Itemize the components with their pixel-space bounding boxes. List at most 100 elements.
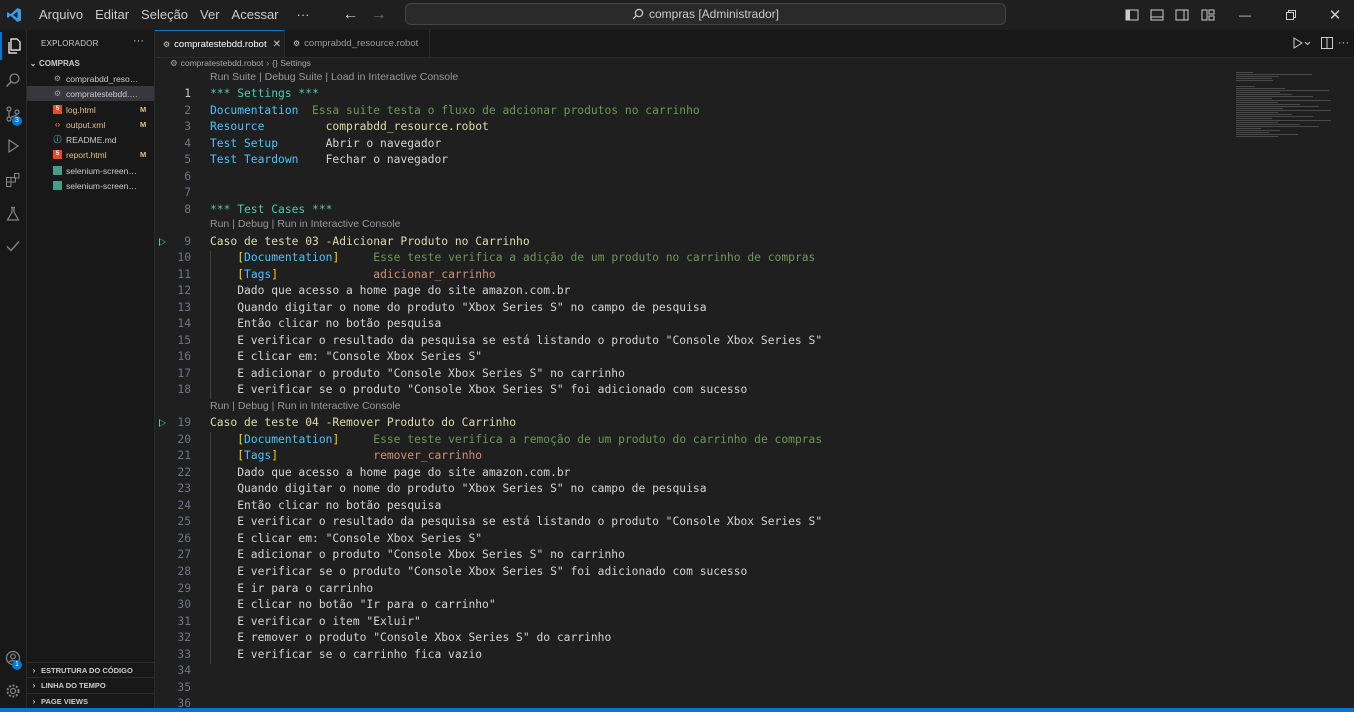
toggle-panel-icon[interactable]: [1148, 6, 1166, 24]
code-line[interactable]: 2 Documentation Essa suite testa o fluxo …: [155, 103, 1215, 120]
code-line[interactable]: 14 Então clicar no botão pesquisa: [155, 316, 1215, 333]
file-readme[interactable]: ⓘ README.md: [27, 132, 154, 147]
code-line[interactable]: 24 Então clicar no botão pesquisa: [155, 498, 1215, 515]
code-line[interactable]: 6: [155, 169, 1215, 186]
file-compratestebdd[interactable]: ⚙ compratestebdd.rob...: [27, 86, 154, 101]
run-debug-icon[interactable]: [0, 132, 26, 160]
section-page-views[interactable]: › PAGE VIEWS: [27, 693, 154, 709]
code-line[interactable]: 33 E verificar se o carrinho fica vazio: [155, 647, 1215, 664]
code-line[interactable]: 11 [Tags] adicionar_carrinho: [155, 267, 1215, 284]
settings-gear-icon[interactable]: [0, 677, 26, 705]
toggle-secondary-sidebar-icon[interactable]: [1173, 6, 1191, 24]
forward-arrow-icon[interactable]: →: [365, 0, 393, 30]
code-line[interactable]: 8 *** Test Cases ***: [155, 202, 1215, 219]
file-report-html[interactable]: 5 report.html M: [27, 147, 154, 162]
code-line[interactable]: 28 E verificar se o produto "Console Xbo…: [155, 564, 1215, 581]
code-line[interactable]: 13 Quando digitar o nome do produto "Xbo…: [155, 300, 1215, 317]
accounts-icon[interactable]: 1: [0, 644, 26, 672]
close-tab-icon[interactable]: ✕: [273, 39, 281, 50]
code-line[interactable]: 12 Dado que acesso a home page do site a…: [155, 283, 1215, 300]
split-editor-icon[interactable]: [1321, 35, 1333, 51]
close-window-icon[interactable]: ✕: [1312, 0, 1354, 30]
restore-icon[interactable]: [1268, 0, 1314, 30]
code-line[interactable]: 3 Resource comprabdd_resource.robot: [155, 119, 1215, 136]
tab-comprabdd-resource[interactable]: ⚙ comprabdd_resource.robot: [285, 30, 430, 57]
breadcrumb-section[interactable]: {} Settings: [272, 58, 311, 68]
run-test-dropdown-icon[interactable]: [1293, 35, 1311, 51]
file-selenium-screenshot-2[interactable]: selenium-screensho...: [27, 178, 154, 193]
explorer-icon[interactable]: [0, 32, 28, 60]
file-log-html[interactable]: 5 log.html M: [27, 102, 154, 117]
search-view-icon[interactable]: [0, 66, 26, 94]
codelens-run-test-04[interactable]: Run | Debug | Run in Interactive Console: [210, 400, 400, 412]
minimap[interactable]: [1234, 70, 1354, 712]
menu-more[interactable]: ···: [292, 0, 315, 30]
code-line[interactable]: 31 E verificar o item "Exluir": [155, 614, 1215, 631]
menu-selecao[interactable]: Seleção: [136, 0, 193, 30]
menu-ver[interactable]: Ver: [195, 0, 225, 30]
code-line[interactable]: 29 E ir para o carrinho: [155, 581, 1215, 598]
menu-acessar[interactable]: Acessar: [227, 0, 284, 30]
code-token: E verificar se o produto "Console Xbox S…: [210, 564, 748, 578]
line-number: 15: [177, 333, 191, 347]
code-line[interactable]: 18 E verificar se o produto "Console Xbo…: [155, 382, 1215, 399]
code-line[interactable]: 20 [Documentation] Esse teste verifica a…: [155, 432, 1215, 449]
more-actions-icon[interactable]: ···: [1338, 35, 1349, 51]
file-name: comprabdd_resourc...: [66, 73, 140, 84]
section-timeline[interactable]: › LINHA DO TEMPO: [27, 677, 154, 693]
tab-compratestebdd[interactable]: ⚙ compratestebdd.robot ✕: [155, 30, 285, 57]
code-line[interactable]: 10 [Documentation] Esse teste verifica a…: [155, 250, 1215, 267]
code-line[interactable]: 35: [155, 680, 1215, 697]
code-line[interactable]: 5 Test Teardown Fechar o navegador: [155, 152, 1215, 169]
extensions-icon[interactable]: [0, 166, 26, 194]
code-line[interactable]: 34: [155, 663, 1215, 680]
code-token: Esse teste verifica a adição de um produ…: [339, 251, 816, 265]
file-output-xml[interactable]: ‹› output.xml M: [27, 117, 154, 132]
code-text: E verificar o resultado da pesquisa se e…: [210, 514, 822, 531]
code-line[interactable]: 27 E adicionar o produto "Console Xbox S…: [155, 547, 1215, 564]
code-line[interactable]: 26 E clicar em: "Console Xbox Series S": [155, 531, 1215, 548]
minimize-icon[interactable]: —: [1222, 0, 1268, 30]
codelens-run-suite[interactable]: Run Suite | Debug Suite | Load in Intera…: [210, 71, 458, 83]
menu-arquivo[interactable]: Arquivo: [34, 0, 88, 30]
customize-layout-icon[interactable]: [1199, 6, 1217, 24]
code-editor[interactable]: Run Suite | Debug Suite | Load in Intera…: [155, 70, 1354, 712]
code-token: Fechar o navegador: [325, 153, 449, 167]
minimap-line: [1236, 112, 1278, 113]
file-selenium-screenshot-1[interactable]: selenium-screensho...: [27, 163, 154, 178]
breadcrumb-file[interactable]: compratestebdd.robot: [181, 58, 264, 68]
code-line[interactable]: 16 E clicar em: "Console Xbox Series S": [155, 349, 1215, 366]
testing-flask-icon[interactable]: [0, 200, 26, 228]
command-center[interactable]: compras [Administrador]: [405, 3, 1006, 25]
code-line[interactable]: 9 Caso de teste 03 -Adicionar Produto no …: [155, 234, 1215, 251]
code-line[interactable]: 17 E adicionar o produto "Console Xbox S…: [155, 366, 1215, 383]
checkmark-icon[interactable]: [0, 232, 26, 260]
menu-editar[interactable]: Editar: [90, 0, 134, 30]
codelens-run-test-03[interactable]: Run | Debug | Run in Interactive Console: [210, 218, 400, 230]
line-number: 25: [177, 515, 191, 529]
code-line[interactable]: 22 Dado que acesso a home page do site a…: [155, 465, 1215, 482]
code-line[interactable]: 21 [Tags] remover_carrinho: [155, 448, 1215, 465]
sidebar-more-actions[interactable]: ···: [133, 35, 144, 47]
code-line[interactable]: 15 E verificar o resultado da pesquisa s…: [155, 333, 1215, 350]
code-line[interactable]: 7: [155, 185, 1215, 202]
code-line[interactable]: 1 *** Settings ***: [155, 86, 1215, 103]
folder-compras[interactable]: ⌄ COMPRAS: [27, 56, 154, 70]
code-line[interactable]: 4 Test Setup Abrir o navegador: [155, 136, 1215, 153]
line-number: 31: [177, 614, 191, 628]
code-token: Resource: [210, 120, 326, 134]
code-line[interactable]: 23 Quando digitar o nome do produto "Xbo…: [155, 481, 1215, 498]
code-token: Quando digitar o nome do produto "Xbox S…: [210, 482, 707, 496]
file-comprabdd-resource[interactable]: ⚙ comprabdd_resourc...: [27, 71, 154, 86]
code-text: E verificar o resultado da pesquisa se e…: [210, 333, 822, 350]
toggle-primary-sidebar-icon[interactable]: [1123, 6, 1141, 24]
back-arrow-icon[interactable]: ←: [337, 0, 365, 30]
section-code-structure[interactable]: › ESTRUTURA DO CÓDIGO: [27, 662, 154, 678]
line-number: 35: [177, 680, 191, 694]
code-line[interactable]: 30 E clicar no botão "Ir para o carrinho…: [155, 597, 1215, 614]
code-line[interactable]: 19 Caso de teste 04 -Remover Produto do C…: [155, 415, 1215, 432]
code-line[interactable]: 32 E remover o produto "Console Xbox Ser…: [155, 630, 1215, 647]
source-control-icon[interactable]: 3: [0, 100, 26, 128]
code-text: [Tags] remover_carrinho: [210, 448, 482, 465]
code-line[interactable]: 25 E verificar o resultado da pesquisa s…: [155, 514, 1215, 531]
